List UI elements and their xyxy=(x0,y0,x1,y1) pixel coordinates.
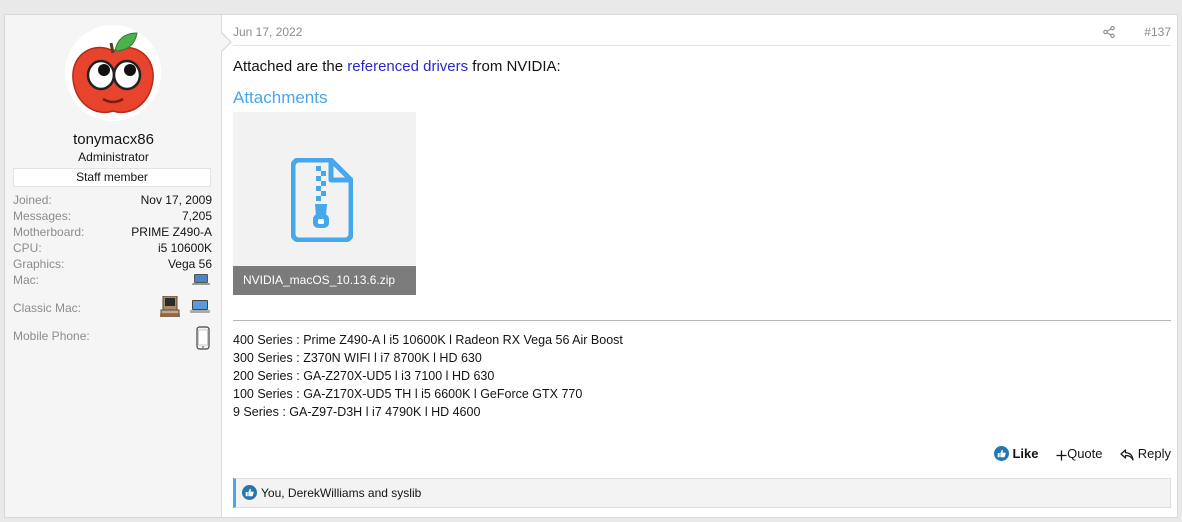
sig-part: i7 8700K xyxy=(380,351,430,365)
signature-line: 100 Series : GA-Z170X-UD5 TH l i5 6600K … xyxy=(233,387,583,401)
post-header: Jun 17, 2022 #137 xyxy=(233,24,1171,46)
post-main: Jun 17, 2022 #137 Attached are the refer… xyxy=(233,15,1171,517)
iphone-icon xyxy=(196,326,210,350)
post-body: Attached are the referenced drivers from… xyxy=(233,58,561,75)
sig-part: Prime Z490-A xyxy=(303,333,380,347)
like-button[interactable]: Like xyxy=(993,446,1039,462)
stat-motherboard: Motherboard: PRIME Z490-A xyxy=(13,224,212,240)
sig-part: HD 630 xyxy=(451,369,495,383)
user-title: Administrator xyxy=(78,150,149,164)
zip-file-icon xyxy=(291,158,353,242)
user-arrow xyxy=(221,33,230,51)
signature-separator xyxy=(233,320,1171,321)
sig-part: HD 4600 xyxy=(431,405,481,419)
avatar[interactable] xyxy=(65,25,161,121)
staff-badge: Staff member xyxy=(13,168,211,187)
signature-line: 300 Series : Z370N WIFI l i7 8700K l HD … xyxy=(233,351,482,365)
sig-part: GA-Z97-D3H xyxy=(289,405,363,419)
stat-graphics: Graphics: Vega 56 xyxy=(13,256,212,272)
thumbs-up-icon xyxy=(993,446,1009,462)
body-text-start: Attached are the xyxy=(233,58,348,75)
stat-value[interactable]: 7,205 xyxy=(182,208,212,224)
signature-line: 400 Series : Prime Z490-A l i5 10600K l … xyxy=(233,333,623,347)
macbook-icon xyxy=(192,274,210,285)
stat-label: Joined: xyxy=(13,193,52,207)
quote-button[interactable]: Quote xyxy=(1056,446,1103,462)
stat-mobile: Mobile Phone: xyxy=(13,326,212,358)
stat-value: Nov 17, 2009 xyxy=(140,193,212,207)
share-icon[interactable] xyxy=(1103,26,1115,38)
sig-part: GA-Z170X-UD5 TH xyxy=(303,387,412,401)
likes-text[interactable]: You, DerekWilliams and syslib xyxy=(261,486,421,500)
user-stats: Joined: Nov 17, 2009 Messages: 7,205 Mot… xyxy=(13,192,212,358)
like-label: Like xyxy=(1012,446,1039,462)
sig-series: 100 Series xyxy=(233,387,293,401)
attachment-filename[interactable]: NVIDIA_macOS_10.13.6.zip xyxy=(233,266,416,295)
quote-label: Quote xyxy=(1067,446,1103,462)
sig-part: i3 7100 xyxy=(401,369,443,383)
signature-line: 9 Series : GA-Z97-D3H l i7 4790K l HD 46… xyxy=(233,405,481,419)
stat-label: Mac: xyxy=(13,273,40,287)
sig-series: 200 Series xyxy=(233,369,293,383)
signature-line: 200 Series : GA-Z270X-UD5 l i3 7100 l HD… xyxy=(233,369,495,383)
stat-mac: Mac: xyxy=(13,272,212,300)
sig-part: i7 4790K xyxy=(371,405,422,419)
stat-value: i5 10600K xyxy=(157,241,212,255)
sig-part: i5 10600K xyxy=(389,333,446,347)
sig-part: i5 6600K xyxy=(421,387,471,401)
sig-series: 9 Series xyxy=(233,405,279,419)
sig-part: Z370N WIFI xyxy=(303,351,371,365)
sig-part: HD 630 xyxy=(439,351,482,365)
stat-cpu: CPU: i5 10600K xyxy=(13,240,212,256)
sig-series: 400 Series xyxy=(233,333,293,347)
stat-joined: Joined: Nov 17, 2009 xyxy=(13,192,212,208)
sig-part: GA-Z270X-UD5 xyxy=(303,369,392,383)
stat-label: Graphics: xyxy=(13,257,65,271)
stat-value: PRIME Z490-A xyxy=(131,225,212,239)
thumbs-up-icon xyxy=(242,485,257,500)
likes-bar: You, DerekWilliams and syslib xyxy=(233,478,1171,508)
post-date[interactable]: Jun 17, 2022 xyxy=(233,25,302,39)
sig-part: Radeon RX Vega 56 Air Boost xyxy=(455,333,623,347)
signature: 400 Series : Prime Z490-A l i5 10600K l … xyxy=(233,331,623,421)
sig-series: 300 Series xyxy=(233,351,293,365)
post-number[interactable]: #137 xyxy=(1144,25,1171,39)
reply-label: Reply xyxy=(1137,446,1171,462)
post-actions: Like Quote Reply xyxy=(980,445,1171,463)
message-post: tonymacx86 Administrator Staff member Jo… xyxy=(4,14,1178,518)
body-text-end: from NVIDIA: xyxy=(468,58,561,75)
stat-value: Vega 56 xyxy=(167,257,212,271)
stat-label: Motherboard: xyxy=(13,225,85,239)
stat-label: Mobile Phone: xyxy=(13,329,90,343)
plus-icon xyxy=(1056,450,1067,461)
stat-classic-mac: Classic Mac: xyxy=(13,296,212,328)
classic-mac-icon xyxy=(160,296,180,317)
stat-label: CPU: xyxy=(13,241,42,255)
stat-label: Messages: xyxy=(13,209,72,223)
apple-avatar-icon xyxy=(65,25,161,121)
username[interactable]: tonymacx86 xyxy=(5,131,222,148)
sig-part: GeForce GTX 770 xyxy=(480,387,583,401)
user-info-panel: tonymacx86 Administrator Staff member Jo… xyxy=(5,15,222,517)
attachments-heading: Attachments xyxy=(233,88,328,107)
reply-button[interactable]: Reply xyxy=(1120,446,1171,461)
stat-label: Classic Mac: xyxy=(13,301,82,315)
referenced-drivers-link[interactable]: referenced drivers xyxy=(347,58,468,75)
reply-icon xyxy=(1120,449,1134,461)
attachment-thumbnail[interactable]: NVIDIA_macOS_10.13.6.zip xyxy=(233,112,416,295)
powerbook-icon xyxy=(190,300,210,313)
stat-messages: Messages: 7,205 xyxy=(13,208,212,224)
